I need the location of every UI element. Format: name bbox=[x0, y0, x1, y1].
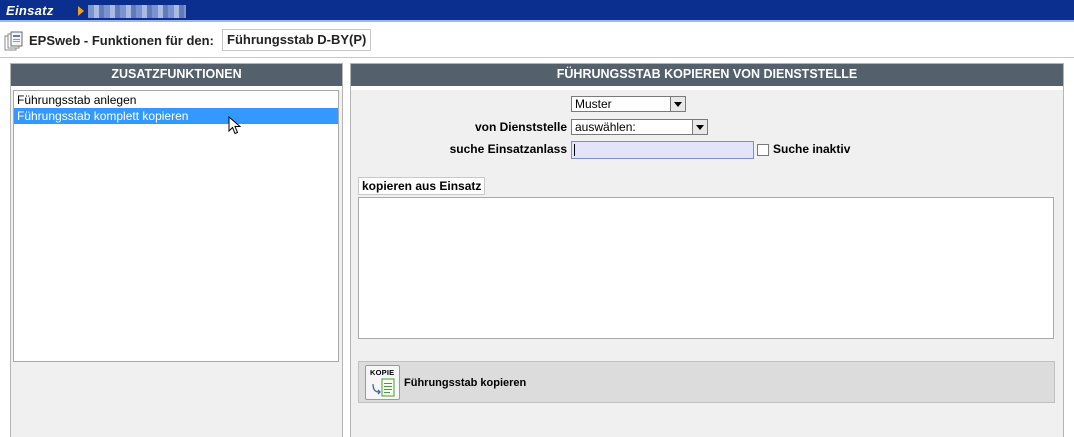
dienststelle-label: von Dienststelle bbox=[474, 120, 567, 134]
einsatzanlass-search-input[interactable] bbox=[571, 141, 754, 159]
dropdown-arrow-icon[interactable] bbox=[692, 120, 707, 134]
mouse-cursor-icon bbox=[228, 116, 242, 135]
app-brand[interactable]: Einsatz bbox=[6, 3, 54, 18]
suche-inaktiv-checkbox[interactable] bbox=[757, 144, 769, 156]
dienststelle-select[interactable]: auswählen: bbox=[571, 119, 708, 135]
fuehrungsstab-kopieren-label[interactable]: Führungsstab kopieren bbox=[404, 377, 526, 389]
text-caret bbox=[574, 144, 575, 156]
top-bar: Einsatz bbox=[0, 0, 1074, 22]
page-title-value: Führungsstab D-BY(P) bbox=[222, 29, 372, 51]
einsatzanlass-label: suche Einsatzanlass bbox=[449, 142, 567, 156]
suche-inaktiv-label: Suche inaktiv bbox=[773, 142, 851, 156]
dropdown-arrow-icon[interactable] bbox=[670, 97, 685, 111]
muster-select-value: Muster bbox=[575, 97, 612, 111]
list-item-fuehrungsstab-anlegen[interactable]: Führungsstab anlegen bbox=[14, 92, 338, 108]
breadcrumb-user-obscured[interactable] bbox=[88, 5, 186, 18]
muster-select[interactable]: Muster bbox=[571, 96, 686, 112]
action-bar: KOPIE Führungsstab kopieren bbox=[358, 361, 1055, 403]
kopieren-aus-einsatz-label: kopieren aus Einsatz bbox=[358, 177, 486, 195]
list-item-fuehrungsstab-kopieren[interactable]: Führungsstab komplett kopieren bbox=[14, 108, 338, 124]
zusatzfunktionen-panel: ZUSATZFUNKTIONEN Führungsstab anlegen Fü… bbox=[10, 63, 343, 437]
einsatz-list-box[interactable] bbox=[358, 197, 1054, 339]
page-title: EPSweb - Funktionen für den: bbox=[29, 33, 214, 48]
panel-heading: ZUSATZFUNKTIONEN bbox=[11, 64, 342, 90]
documents-icon bbox=[4, 31, 23, 51]
kopie-button[interactable]: KOPIE bbox=[365, 365, 400, 400]
breadcrumb-arrow-icon bbox=[78, 6, 84, 16]
panel-heading: FÜHRUNGSSTAB KOPIEREN VON DIENSTSTELLE bbox=[351, 64, 1063, 90]
dienststelle-select-value: auswählen: bbox=[575, 120, 636, 134]
title-row: EPSweb - Funktionen für den: Führungssta… bbox=[0, 24, 1074, 58]
function-list[interactable]: Führungsstab anlegen Führungsstab komple… bbox=[13, 90, 339, 362]
kopie-document-icon bbox=[372, 378, 395, 397]
kopie-button-text: KOPIE bbox=[370, 368, 395, 377]
